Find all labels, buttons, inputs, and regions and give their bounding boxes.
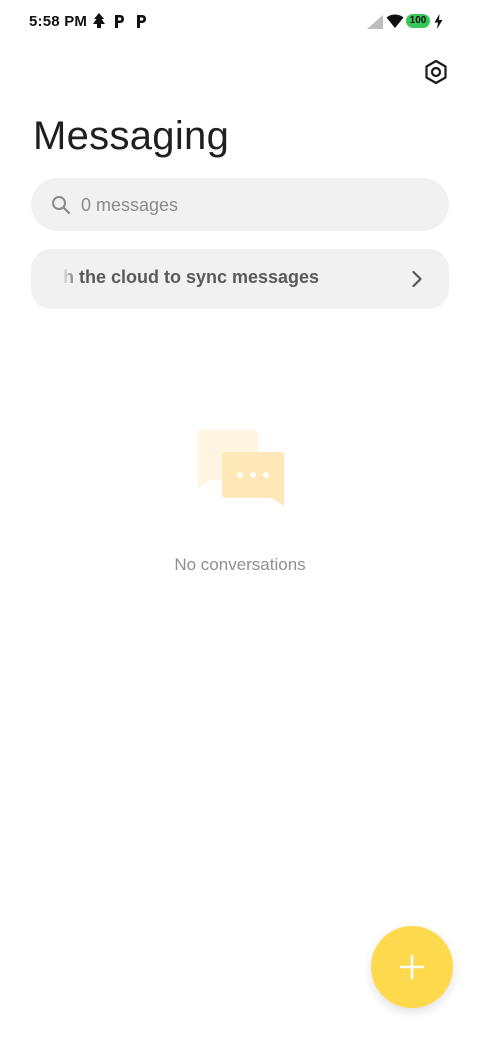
system-status-icons: 100	[366, 12, 456, 32]
new-conversation-button[interactable]	[371, 926, 453, 1008]
search-input[interactable]	[81, 193, 411, 217]
p-app-icon	[115, 15, 124, 28]
chat-bubbles-icon	[198, 430, 284, 506]
sync-banner-marquee: th the cloud to sync messages	[57, 267, 397, 291]
plus-icon	[399, 954, 425, 980]
search-bar[interactable]	[31, 178, 449, 231]
sync-banner-text: th the cloud to sync messages	[57, 267, 320, 287]
tree-notification-icon	[93, 13, 105, 28]
search-icon	[52, 196, 71, 215]
empty-state-text: No conversations	[174, 555, 306, 574]
settings-hex-icon	[425, 59, 447, 85]
status-time: 5:58 PM	[29, 13, 88, 30]
battery-indicator: 100	[406, 14, 430, 28]
chevron-right-icon	[412, 270, 422, 288]
p-app-icon	[137, 15, 146, 28]
page-title: Messaging	[33, 114, 230, 158]
charging-bolt-icon	[434, 14, 443, 29]
cloud-sync-banner[interactable]: th the cloud to sync messages	[31, 249, 449, 309]
marquee-fade	[57, 267, 79, 291]
cellular-signal-icon	[367, 15, 383, 29]
status-bar: 5:58 PM 100	[0, 0, 480, 44]
wifi-icon	[386, 14, 404, 28]
settings-button[interactable]	[418, 54, 454, 90]
